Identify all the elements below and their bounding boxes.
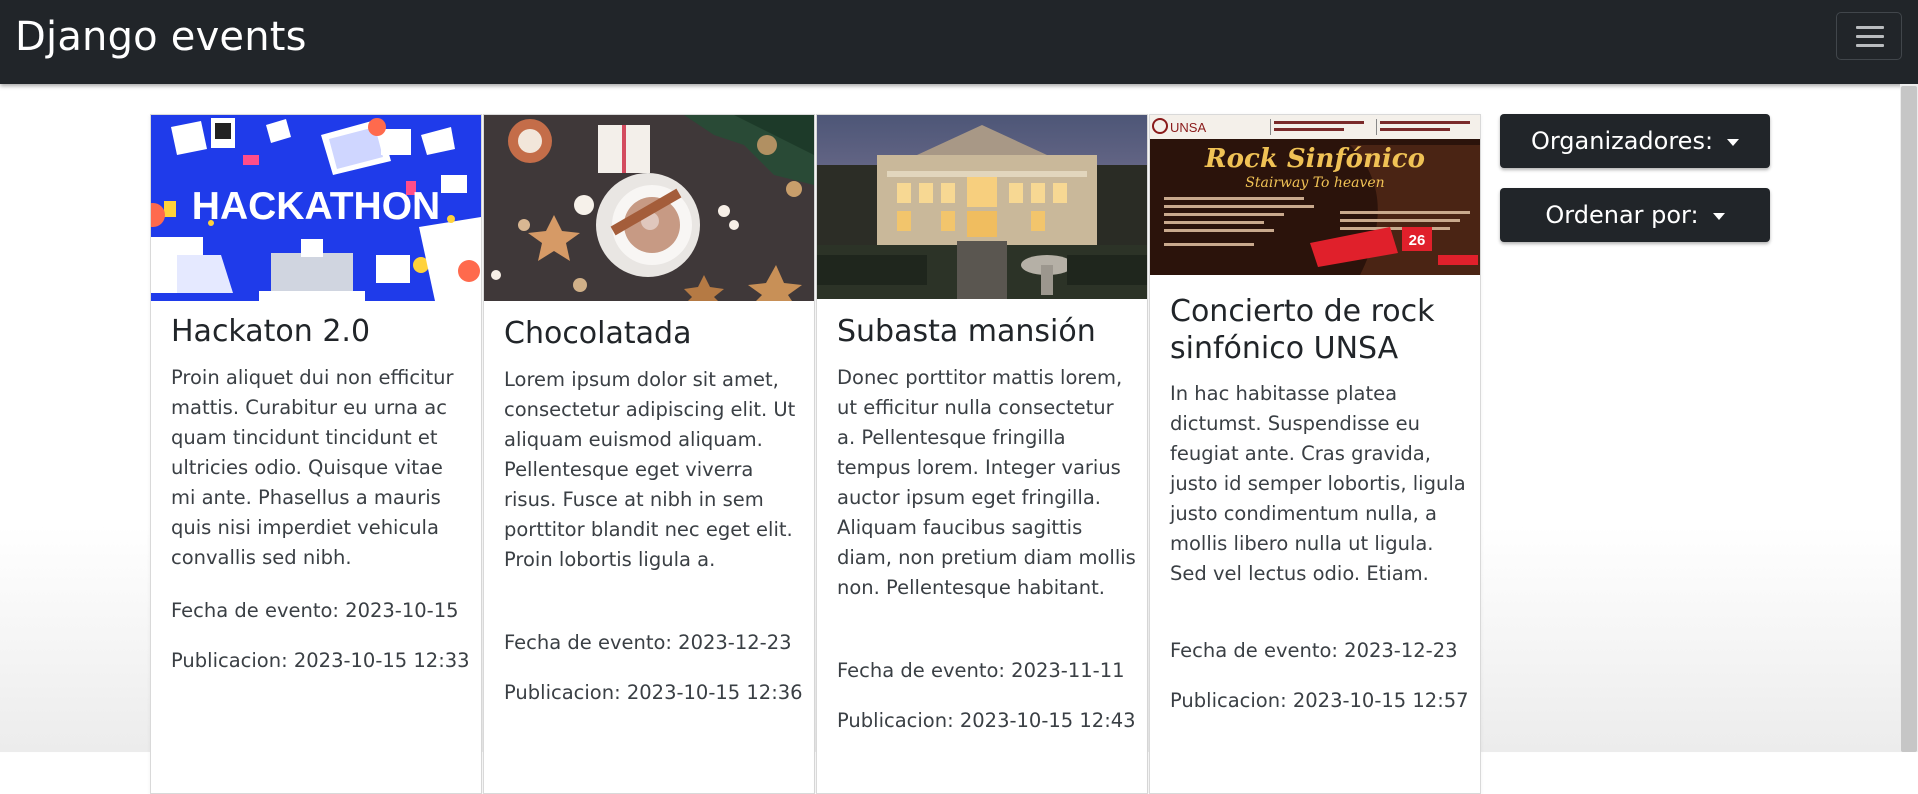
event-description: Donec porttitor mattis lorem, ut efficit… — [837, 366, 1136, 599]
event-card-subasta[interactable]: Subasta mansión Donec porttitor mattis l… — [816, 114, 1148, 794]
caret-down-icon — [1727, 138, 1740, 146]
event-image-mansion — [817, 115, 1147, 299]
event-published: Publicacion: 2023-10-15 12:43 — [837, 709, 1136, 732]
event-date: Fecha de evento: 2023-12-23 — [1170, 639, 1458, 662]
ordenar-dropdown-button[interactable]: Ordenar por: — [1500, 188, 1770, 242]
event-description: Proin aliquet dui non efficitur mattis. … — [171, 366, 454, 569]
event-description: In hac habitasse platea dictumst. Suspen… — [1170, 382, 1466, 585]
poster-logo-text: UNSA — [1170, 120, 1206, 135]
poster-title: Rock Sinfónico — [1204, 144, 1425, 174]
event-date: Fecha de evento: 2023-10-15 — [171, 599, 459, 622]
event-card-chocolatada[interactable]: Chocolatada Lorem ipsum dolor sit amet, … — [483, 114, 815, 794]
event-card-concierto[interactable]: UNSA Rock Sinfónico Stairway To heaven 2… — [1149, 114, 1481, 794]
organizadores-dropdown-button[interactable]: Organizadores: — [1500, 114, 1770, 168]
event-poster-rock-sinfonico: UNSA Rock Sinfónico Stairway To heaven 2… — [1150, 115, 1480, 275]
event-card-hackaton[interactable]: HACKATHON Hackaton 2.0 Proin aliquet dui… — [150, 114, 482, 794]
navbar-brand[interactable]: Django events — [15, 12, 307, 62]
poster-subtitle: Stairway To heaven — [1245, 175, 1384, 191]
event-title: Hackaton 2.0 — [171, 314, 371, 349]
event-image-hackathon: HACKATHON — [151, 115, 481, 301]
scrollbar-thumb[interactable] — [1901, 86, 1917, 752]
event-date: Fecha de evento: 2023-12-23 — [504, 631, 792, 654]
caret-down-icon — [1712, 212, 1725, 220]
event-published: Publicacion: 2023-10-15 12:36 — [504, 681, 803, 704]
organizadores-label: Organizadores: — [1530, 127, 1714, 155]
navbar-toggler-button[interactable] — [1836, 12, 1902, 60]
poster-day: 26 — [1409, 232, 1426, 249]
ordenar-label: Ordenar por: — [1545, 201, 1699, 229]
event-description: Lorem ipsum dolor sit amet, consectetur … — [504, 368, 796, 571]
event-published: Publicacion: 2023-10-15 12:33 — [171, 649, 470, 672]
hackathon-banner-text: HACKATHON — [192, 185, 440, 228]
navbar: Django events — [0, 0, 1918, 84]
event-date: Fecha de evento: 2023-11-11 — [837, 659, 1125, 682]
event-image-chocolate — [484, 115, 814, 301]
event-title: Concierto de rock sinfónico UNSA — [1170, 294, 1435, 366]
event-title: Chocolatada — [504, 316, 692, 351]
hamburger-icon — [1856, 26, 1884, 29]
event-title: Subasta mansión — [837, 314, 1096, 349]
event-published: Publicacion: 2023-10-15 12:57 — [1170, 689, 1469, 712]
